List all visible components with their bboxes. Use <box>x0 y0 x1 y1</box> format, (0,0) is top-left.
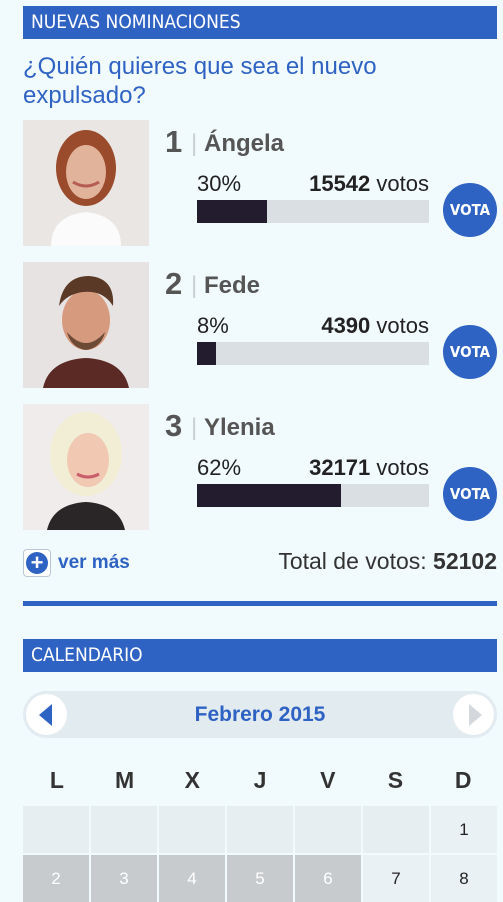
calendar-week-row: 1 <box>23 806 497 853</box>
previous-month-button[interactable] <box>26 694 67 735</box>
vote-percent: 62% <box>197 455 242 480</box>
chevron-left-icon <box>39 704 52 726</box>
vote-button[interactable]: VOTA <box>443 325 497 379</box>
nominee-card: 1 | Ángela 30% 15542 votos VOTA <box>23 120 497 248</box>
rank-separator: | <box>191 414 198 441</box>
calendar-day[interactable]: 3 <box>91 855 157 902</box>
calendar-day-empty <box>159 806 225 853</box>
nominee-rank: 3 <box>165 408 183 443</box>
nominee-rank: 1 <box>165 124 183 159</box>
vote-progress-fill <box>197 484 341 507</box>
calendar-day-empty <box>363 806 429 853</box>
calendar-month-label: Febrero 2015 <box>194 703 326 726</box>
votes-suffix: votos <box>376 313 429 338</box>
weekday-label: S <box>387 767 404 793</box>
votes-suffix: votos <box>376 455 429 480</box>
calendar-weekdays: L M X J V S D <box>23 767 497 794</box>
see-more-label: ver más <box>58 552 130 573</box>
weekday-label: J <box>253 767 267 793</box>
vote-button[interactable]: VOTA <box>443 183 497 237</box>
vote-percent: 8% <box>197 313 229 338</box>
vote-count-value: 32171 <box>309 455 371 480</box>
see-more-link[interactable]: + ver más <box>23 548 130 578</box>
rank-separator: | <box>191 130 198 157</box>
vote-count: 15542 votos <box>309 171 429 197</box>
total-votes-label: Total de votos: <box>278 548 427 574</box>
vote-progress-bar <box>197 484 429 507</box>
nominations-header: NUEVAS NOMINACIONES <box>23 6 497 39</box>
calendar-day-empty <box>23 806 89 853</box>
calendar-day[interactable]: 1 <box>431 806 497 853</box>
calendar-header: CALENDARIO <box>23 639 497 672</box>
nominee-card: 3 | Ylenia 62% 32171 votos VOTA <box>23 404 497 532</box>
vote-count: 32171 votos <box>309 455 429 481</box>
vote-progress-fill <box>197 342 216 365</box>
nominee-photo <box>23 120 149 246</box>
votes-suffix: votos <box>376 171 429 196</box>
nominee-name: Fede <box>204 272 261 299</box>
next-month-button[interactable] <box>453 694 494 735</box>
section-divider <box>23 601 497 606</box>
nominee-card: 2 | Fede 8% 4390 votos VOTA <box>23 262 497 390</box>
plus-icon: + <box>23 549 51 577</box>
weekday-label: X <box>184 767 200 793</box>
nominee-photo <box>23 262 149 388</box>
calendar-month-nav: Febrero 2015 <box>23 691 497 738</box>
nominee-name: Ylenia <box>204 414 275 441</box>
calendar-day[interactable]: 4 <box>159 855 225 902</box>
vote-progress-bar <box>197 200 429 223</box>
poll-question: ¿Quién quieres que sea el nuevo expulsad… <box>23 53 377 109</box>
vote-count: 4390 votos <box>321 313 429 339</box>
calendar-day[interactable]: 6 <box>295 855 361 902</box>
calendar-day[interactable]: 8 <box>431 855 497 902</box>
calendar-day-empty <box>295 806 361 853</box>
vote-progress-bar <box>197 342 429 365</box>
chevron-right-icon <box>469 704 482 726</box>
weekday-label: M <box>114 767 135 793</box>
calendar-day[interactable]: 5 <box>227 855 293 902</box>
calendar-day-empty <box>227 806 293 853</box>
total-votes-value: 52102 <box>433 548 497 574</box>
calendar-day-empty <box>91 806 157 853</box>
weekday-label: V <box>320 767 336 793</box>
calendar-week-row: 2 3 4 5 6 7 8 <box>23 855 497 902</box>
calendar-day[interactable]: 7 <box>363 855 429 902</box>
vote-button[interactable]: VOTA <box>443 467 497 521</box>
weekday-label: D <box>454 767 472 793</box>
calendar-day[interactable]: 2 <box>23 855 89 902</box>
total-votes: Total de votos: 52102 <box>278 548 497 575</box>
vote-percent: 30% <box>197 171 242 196</box>
weekday-label: L <box>49 767 64 793</box>
vote-count-value: 15542 <box>309 171 371 196</box>
nominee-rank: 2 <box>165 266 183 301</box>
nominee-name: Ángela <box>204 130 285 157</box>
vote-count-value: 4390 <box>321 313 371 338</box>
vote-progress-fill <box>197 200 267 223</box>
rank-separator: | <box>191 272 198 299</box>
nominee-photo <box>23 404 149 530</box>
